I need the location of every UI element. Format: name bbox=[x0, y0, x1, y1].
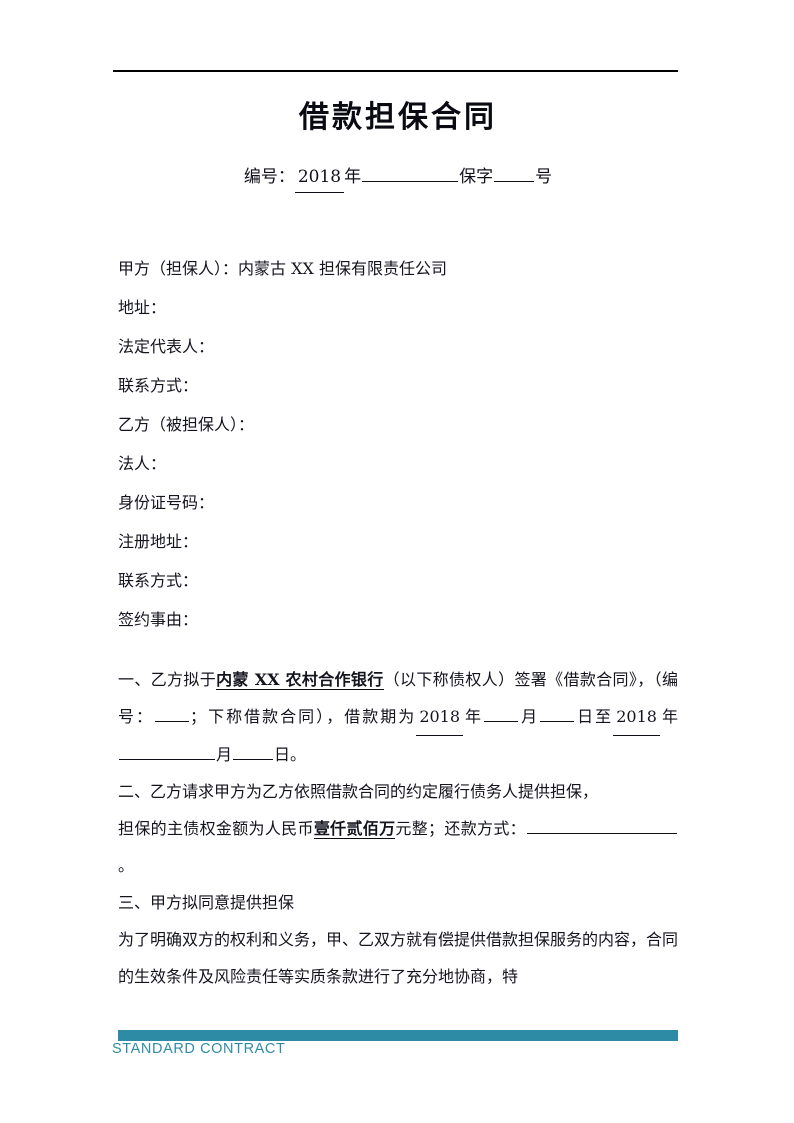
clause-one-end-day-blank bbox=[233, 742, 274, 760]
contract-year-unit: 年 bbox=[344, 167, 362, 187]
header-rule bbox=[113, 70, 678, 72]
clause-one-lead: 一、乙方拟于 bbox=[118, 670, 217, 689]
clause-one-to-word: 至 bbox=[595, 707, 614, 726]
clause-one-period: 。 bbox=[290, 745, 307, 764]
clause-one-code-blank bbox=[155, 704, 190, 722]
clause-one-after-code: ；下称借款合同），借款期为 bbox=[190, 707, 417, 726]
clause-one-day-unit-a: 日 bbox=[575, 707, 596, 726]
clause-one-bank-name: 内蒙 XX 农村合作银行 bbox=[216, 670, 384, 690]
contract-mid-label: 保字 bbox=[459, 167, 494, 187]
clause-two-amount-prefix: 担保的主债权金额为人民币 bbox=[118, 819, 314, 838]
clause-list: 一、乙方拟于内蒙 XX 农村合作银行（以下称债权人）签署《借款合同》，（编号：；… bbox=[118, 661, 678, 995]
clause-one-start-year: 2018 bbox=[416, 698, 464, 736]
party-line-reason: 签约事由： bbox=[118, 610, 199, 629]
clause-two-line-two: 担保的主债权金额为人民币壹仟贰佰万元整；还款方式： 。 bbox=[118, 810, 678, 884]
contract-serial-blank bbox=[494, 163, 535, 182]
clause-two-repayment-blank bbox=[526, 816, 677, 834]
contract-number-suffix: 号 bbox=[535, 167, 553, 187]
clause-two-period: 。 bbox=[118, 856, 135, 875]
clause-one-day-unit-b: 日 bbox=[274, 745, 291, 764]
contract-number-line: 编号： 2018 年 保字 号 bbox=[118, 162, 678, 193]
clause-one-month-unit-b: 月 bbox=[216, 745, 233, 764]
party-information-block: 甲方（担保人）：内蒙古 XX 担保有限责任公司 地址： 法定代表人： 联系方式：… bbox=[118, 249, 678, 639]
clause-one-month-unit-a: 月 bbox=[519, 707, 540, 726]
party-line-contact-2: 联系方式： bbox=[118, 571, 199, 590]
clause-one-end-year: 2018 bbox=[613, 698, 660, 736]
footer-label: STANDARD CONTRACT bbox=[112, 1041, 286, 1057]
party-line-address: 地址： bbox=[118, 298, 167, 317]
clause-one-start-day-blank bbox=[540, 704, 575, 722]
clause-two-amount-value: 壹仟贰佰万 bbox=[313, 819, 396, 839]
document-page: 借款担保合同 编号： 2018 年保字号 甲方（担保人）：内蒙古 XX 担保有限责任… bbox=[0, 0, 794, 1123]
footer-accent-bar bbox=[118, 1030, 678, 1041]
contract-number-blank bbox=[362, 163, 459, 182]
clause-one-end-month-blank bbox=[119, 742, 215, 760]
contract-number-label: 编号： bbox=[243, 167, 295, 187]
clause-three-heading: 三、甲方拟同意提供担保 bbox=[118, 893, 295, 912]
party-line-id-number: 身份证号码： bbox=[118, 493, 215, 512]
page-title: 借款担保合同 bbox=[299, 100, 497, 135]
document-content: 借款担保合同 编号： 2018 年保字号 甲方（担保人）：内蒙古 XX 担保有限责任… bbox=[118, 96, 678, 995]
clause-one-start-month-blank bbox=[484, 704, 519, 722]
clause-one-year-unit-a: 年 bbox=[463, 707, 484, 726]
party-line-contact: 联系方式： bbox=[118, 376, 199, 395]
party-line-legal-representative: 法定代表人： bbox=[118, 337, 215, 356]
contract-year-value: 2018 bbox=[294, 162, 345, 193]
clause-one: 一、乙方拟于内蒙 XX 农村合作银行（以下称债权人）签署《借款合同》，（编号：；… bbox=[118, 661, 678, 773]
party-line-guaranteed-party: 乙方（被担保人）： bbox=[118, 415, 255, 434]
party-line-registered-address: 注册地址： bbox=[118, 532, 199, 551]
clause-one-year-unit-b: 年 bbox=[659, 707, 678, 726]
clause-three-body: 为了明确双方的权利和义务，甲、乙双方就有偿提供借款担保服务的内容，合同的生效条件… bbox=[118, 930, 679, 986]
clause-two-line-one: 二、乙方请求甲方为乙方依照借款合同的约定履行债务人提供担保， bbox=[118, 782, 599, 801]
party-line-guarantor: 甲方（担保人）：内蒙古 XX 担保有限责任公司 bbox=[118, 259, 447, 278]
party-line-legal-person: 法人： bbox=[118, 454, 167, 473]
clause-two-amount-suffix: 元整；还款方式： bbox=[395, 819, 526, 838]
